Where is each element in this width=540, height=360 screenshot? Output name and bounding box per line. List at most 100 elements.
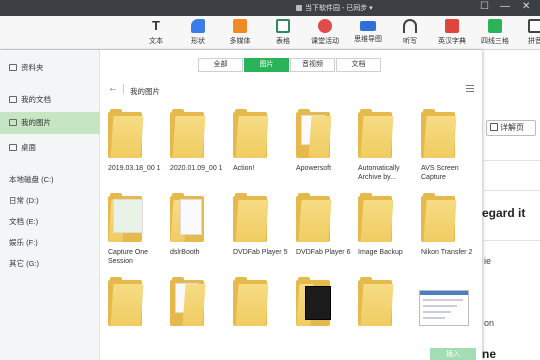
ribbon-mindmap-button[interactable]: 思维导图 [348,19,388,44]
sidebar-drive-e[interactable]: 文档 (E:) [0,211,100,233]
sidebar-item-label: 娱乐 (F:) [9,238,38,247]
folder-front [110,116,144,158]
sidebar-item-desktop[interactable]: 桌面 [0,137,100,159]
thumbnail-line [423,305,457,307]
folder-icon [296,193,332,242]
dictionary-icon [445,19,459,33]
sidebar-item-my-documents[interactable]: 我的文档 [0,89,100,111]
sidebar-drive-f[interactable]: 娱乐 (F:) [0,232,100,254]
file-name: Action! [233,165,255,172]
ribbon-label: 表格 [276,38,290,45]
folder-front [110,284,144,326]
document-text: on [484,318,495,328]
restore-button[interactable]: ☐ [480,1,489,12]
thumbnail-line [423,317,445,319]
ribbon-label: 形状 [191,38,205,45]
folder-tab [360,193,372,198]
insert-button[interactable]: 插入 [430,348,476,360]
folder-front [235,284,269,326]
folder-tab [360,109,372,114]
sidebar: 资料夹 我的文档 我的图片 桌面 本地磁盘 (C:) 日常 (D:) 文档 (E… [0,50,100,360]
sidebar-item-folder[interactable]: 资料夹 [0,57,100,79]
sidebar-item-my-pictures[interactable]: 我的图片 [0,112,100,134]
folder-content [113,199,143,233]
ribbon-label: 课堂活动 [311,38,339,45]
ribbon-media-button[interactable]: 多媒体 [220,19,260,46]
folder-icon [296,109,332,158]
folder-tab [172,193,184,198]
document-icon [296,5,302,12]
minimize-button[interactable]: — [500,1,510,12]
file-name: AVS Screen Capture [421,165,459,181]
divider [484,160,540,161]
divider [123,84,124,94]
detail-page-label: 详解页 [500,123,524,132]
sidebar-item-label: 我的文档 [21,95,51,104]
document-canvas[interactable] [480,50,540,360]
folder-tab [298,109,310,114]
folder-tab [423,109,435,114]
thumbnail-titlebar [420,291,468,295]
tab-documents[interactable]: 文档 [336,58,381,72]
ribbon-four-line-button[interactable]: 四线三格 [475,19,515,46]
ribbon-label: 英汉字典 [438,38,466,45]
desktop-icon [9,144,17,151]
sidebar-item-label: 日常 (D:) [9,196,39,205]
folder-front [360,200,394,242]
folder-icon [358,193,394,242]
sidebar-drive-d[interactable]: 日常 (D:) [0,190,100,212]
folder-tab [110,109,122,114]
back-arrow-icon[interactable]: ← [108,83,118,94]
ribbon-toolbar: T 文本 形状 多媒体 表格 课堂活动 思维导图 听写 英汉字典 四线三格 拼音 [0,16,540,50]
sidebar-item-label: 文档 (E:) [9,217,39,226]
sidebar-drive-g[interactable]: 其它 (G:) [0,253,100,275]
ribbon-pinyin-button[interactable]: 拼音 [515,19,540,46]
sidebar-item-label: 本地磁盘 (C:) [9,175,54,184]
path-bar: ← 我的图片 [100,80,482,100]
folder-tab [235,277,247,282]
folder-front [172,116,206,158]
detail-page-button[interactable]: 详解页 [486,120,536,136]
mindmap-icon [360,21,376,31]
ribbon-label: 多媒体 [229,38,251,45]
pinyin-icon [528,19,540,33]
list-view-icon[interactable] [466,85,474,92]
documents-icon [9,96,17,103]
file-name: Nikon Transfer 2 [421,249,473,256]
ribbon-dictionary-button[interactable]: 英汉字典 [432,19,472,46]
divider [484,190,540,191]
folder-icon [421,109,457,158]
folder-tab [360,277,372,282]
tab-audio-video[interactable]: 音视频 [290,58,335,72]
file-name: dslrBooth [170,249,200,256]
ribbon-text-button[interactable]: T 文本 [136,19,176,46]
sidebar-item-label: 桌面 [21,143,36,152]
folder-tab [172,109,184,114]
ribbon-dictation-button[interactable]: 听写 [390,19,430,46]
tab-pictures[interactable]: 图片 [244,58,289,72]
ribbon-shape-button[interactable]: 形状 [178,19,218,46]
table-icon [276,19,290,33]
breadcrumb: 我的图片 [130,87,160,96]
folder-icon [170,109,206,158]
close-window-button[interactable]: ✕ [522,1,530,12]
sidebar-drive-c[interactable]: 本地磁盘 (C:) [0,169,100,191]
file-name: Capture One Session [108,249,149,265]
tab-all[interactable]: 全部 [198,58,243,72]
ribbon-class-activity-button[interactable]: 课堂活动 [305,19,345,46]
ribbon-table-button[interactable]: 表格 [263,19,303,46]
folder-tab [110,193,122,198]
thumbnail-line [423,311,451,313]
folder-tab [235,193,247,198]
file-name: Image Backup [358,249,403,256]
folder-icon [9,64,17,71]
folder-icon [358,109,394,158]
folder-front [360,116,394,158]
folder-front [423,200,457,242]
folder-icon [296,277,331,326]
folder-front [182,284,206,326]
file-name: Automatically Archive by... [358,165,400,181]
file-name: 2020.01.09_00 1 [170,165,223,172]
sidebar-item-label: 其它 (G:) [9,259,39,268]
folder-front [360,284,394,326]
